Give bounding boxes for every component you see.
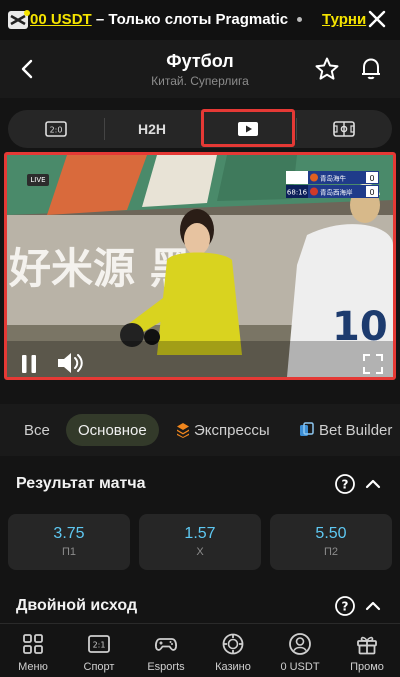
nav-menu[interactable]: Меню [0,624,66,677]
filter-bet-builder-label: Bet Builder [319,421,393,439]
casino-chip-icon [222,633,244,655]
favorite-star-icon[interactable] [314,56,340,82]
filter-express-label: Экспрессы [194,421,270,439]
video-scoreboard: 68:16 青岛海牛 青岛西海岸 0 0 [286,171,379,198]
field-icon [333,121,355,137]
volume-icon[interactable] [55,350,85,376]
chevron-up-icon[interactable] [364,475,382,493]
promo-logo-icon [8,10,30,29]
svg-text:0: 0 [369,174,374,183]
filter-main[interactable]: Основное [66,414,159,446]
carousel-dot [297,17,302,22]
nav-label: Казино [215,661,251,673]
filter-bet-builder[interactable]: Bet Builder [299,414,392,446]
odd-button-x[interactable]: 1.57 X [139,514,261,570]
tab-h2h[interactable]: H2H [104,110,200,148]
fullscreen-icon[interactable] [362,353,384,375]
league-subtitle: Китай. Суперлига [151,74,249,88]
match-header: Футбол Китай. Суперлига [0,40,400,98]
svg-text:0: 0 [369,188,374,197]
tab-field[interactable] [296,110,392,148]
builder-icon [300,422,314,436]
scoreboard-icon: 2:0 [45,121,67,137]
video-player[interactable]: 好米源 黑 10 68:16 青岛海牛 青岛西海岸 0 0 LIVE [4,152,396,380]
odd-label: X [196,546,204,558]
nav-label: Меню [18,661,48,673]
svg-text:?: ? [342,478,349,492]
nav-promo[interactable]: Промо [334,624,400,677]
nav-casino[interactable]: Казино [200,624,266,677]
section-title-double-chance: Двойной исход [16,597,138,614]
svg-text:?: ? [342,600,349,614]
live-badge: LIVE [27,174,49,186]
active-tab-highlight [201,109,295,147]
tab-scoreboard[interactable]: 2:0 [8,110,104,148]
odd-button-p1[interactable]: 3.75 П1 [8,514,130,570]
filter-express[interactable]: Экспрессы [176,414,270,446]
svg-text:好米源 黑: 好米源 黑 [8,244,192,293]
nav-label: 0 USDT [280,661,320,673]
svg-text:青岛海牛: 青岛海牛 [320,174,347,183]
promo-banner[interactable]: 00 USDT – Только слоты Pragmatic Турни [0,0,400,40]
svg-text:68:16: 68:16 [287,189,308,197]
filter-all[interactable]: Все [24,414,50,446]
close-icon[interactable] [366,8,388,30]
gift-icon [357,636,377,655]
promo-next-text: Турни [322,11,367,28]
odd-value: 5.50 [315,525,347,542]
bottom-nav: Меню 2:1 Спорт Esports Казино 0 USDT Про… [0,623,400,677]
odd-value: 3.75 [53,525,85,542]
page-title: Футбол [166,51,234,71]
nav-account[interactable]: 0 USDT [267,624,333,677]
svg-text:2:1: 2:1 [93,641,106,650]
odd-button-p2[interactable]: 5.50 П2 [270,514,392,570]
section-title-match-result: Результат матча [16,475,146,492]
odd-value: 1.57 [184,525,216,542]
nav-label: Спорт [83,661,115,673]
help-icon[interactable]: ? [334,595,356,617]
help-icon[interactable]: ? [334,473,356,495]
nav-sport[interactable]: 2:1 Спорт [66,624,132,677]
bell-icon[interactable] [358,55,384,81]
user-icon [289,633,311,655]
svg-text:2:0: 2:0 [50,126,63,135]
sport-icon: 2:1 [88,635,110,653]
odd-label: П1 [61,546,77,558]
svg-text:青岛西海岸: 青岛西海岸 [320,188,353,197]
pause-icon[interactable] [18,353,40,375]
chevron-up-icon[interactable] [364,597,382,615]
nav-esports[interactable]: Esports [133,624,199,677]
nav-label: Esports [147,661,185,673]
promo-text: 00 USDT – Только слоты Pragmatic [30,11,289,28]
grid-icon [23,634,43,654]
media-tabs: 2:0 H2H [8,110,392,148]
gamepad-icon [155,638,177,651]
layers-icon [177,423,189,438]
odd-label: П2 [323,546,339,558]
nav-label: Промо [350,661,384,673]
